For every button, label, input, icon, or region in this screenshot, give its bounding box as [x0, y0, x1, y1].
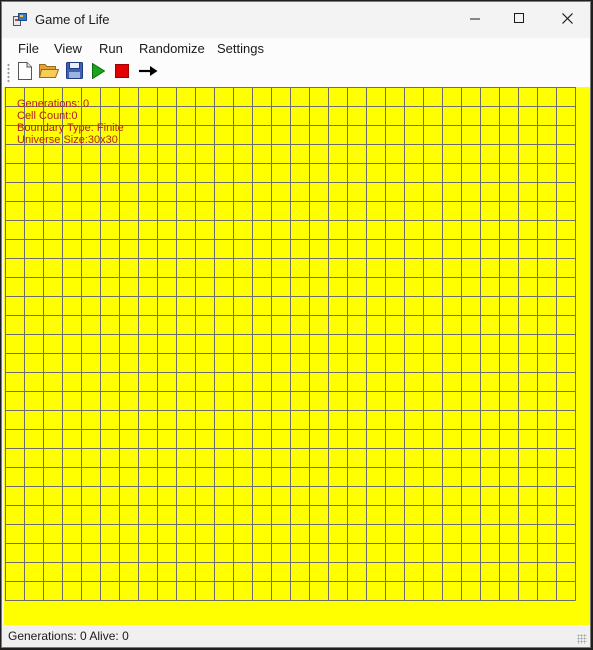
menu-view[interactable]: View [54, 41, 82, 56]
resize-grip-icon[interactable] [577, 634, 587, 644]
toolbar [2, 60, 590, 87]
save-button[interactable] [64, 62, 84, 84]
hud-cell-count: Cell Count:0 [17, 110, 78, 122]
status-text: Generations: 0 Alive: 0 [8, 629, 129, 643]
minimize-button[interactable] [452, 2, 498, 38]
close-button[interactable] [544, 2, 590, 38]
start-button[interactable] [88, 62, 108, 84]
status-bar: Generations: 0 Alive: 0 [2, 625, 590, 647]
stop-icon [115, 63, 129, 83]
stop-button[interactable] [112, 63, 132, 83]
save-icon [65, 62, 83, 84]
new-file-icon [17, 61, 33, 85]
play-icon [91, 62, 105, 84]
hud-boundary-type: Boundary Type: Finite [17, 122, 124, 134]
app-window: Game of Life File View Run Randomize Set… [1, 1, 591, 648]
menu-settings[interactable]: Settings [217, 41, 264, 56]
close-icon [561, 11, 573, 29]
next-button[interactable] [137, 63, 159, 83]
arrow-right-icon [138, 64, 158, 82]
open-button[interactable] [38, 62, 60, 84]
menu-bar: File View Run Randomize Settings [2, 38, 590, 60]
hud-overlay: Generations: 0 Cell Count:0 Boundary Typ… [17, 98, 124, 146]
new-button[interactable] [15, 61, 35, 85]
hud-generations: Generations: 0 [17, 98, 90, 110]
hud-universe-size: Universe Size:30x30 [17, 134, 118, 146]
app-icon [13, 13, 27, 27]
toolbar-grip[interactable] [7, 63, 10, 83]
minimize-icon [470, 11, 480, 29]
open-folder-icon [38, 62, 60, 84]
window-title: Game of Life [35, 12, 110, 27]
menu-run[interactable]: Run [99, 41, 123, 56]
universe-grid[interactable] [4, 87, 590, 626]
menu-file[interactable]: File [18, 41, 39, 56]
maximize-button[interactable] [496, 1, 542, 37]
maximize-icon [514, 10, 524, 28]
universe-canvas[interactable]: Generations: 0 Cell Count:0 Boundary Typ… [4, 87, 590, 626]
menu-randomize[interactable]: Randomize [139, 41, 205, 56]
